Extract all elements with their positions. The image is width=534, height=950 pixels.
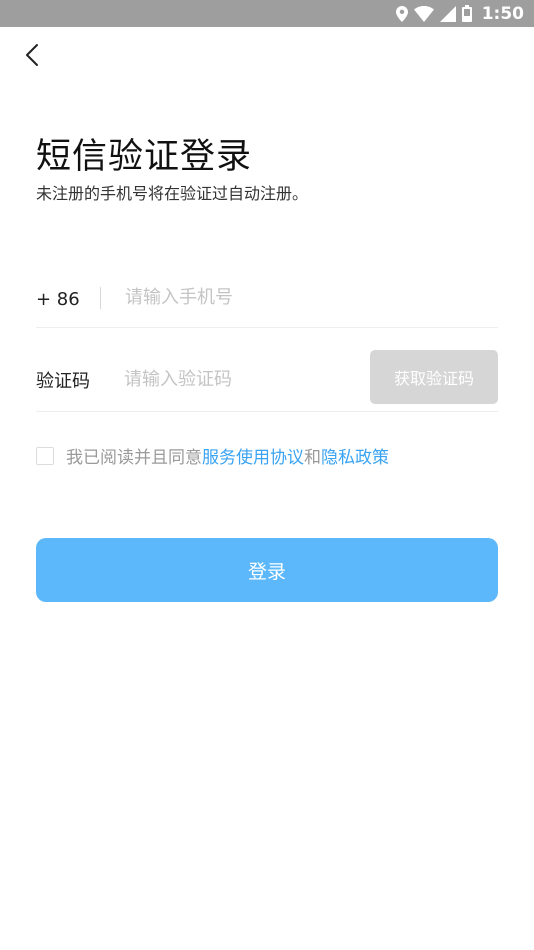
phone-row: + 86 bbox=[36, 268, 498, 328]
code-label: 验证码 bbox=[36, 370, 90, 392]
agreement-conjunction: 和 bbox=[304, 448, 321, 468]
service-agreement-link[interactable]: 服务使用协议 bbox=[202, 443, 304, 468]
signal-icon bbox=[439, 5, 456, 22]
battery-icon bbox=[461, 5, 472, 22]
page-title: 短信验证登录 bbox=[36, 137, 253, 177]
agreement-prefix: 我已阅读并且同意 bbox=[66, 448, 202, 468]
agreement-checkbox[interactable] bbox=[36, 446, 54, 465]
back-button[interactable] bbox=[18, 42, 46, 72]
location-icon bbox=[395, 5, 408, 22]
code-row: 验证码 获取验证码 bbox=[36, 348, 498, 412]
status-time: 1:50 bbox=[481, 3, 524, 24]
country-code[interactable]: + 86 bbox=[36, 285, 100, 310]
phone-input[interactable] bbox=[125, 287, 445, 308]
login-button[interactable]: 登录 bbox=[36, 538, 498, 602]
privacy-policy-link[interactable]: 隐私政策 bbox=[321, 443, 389, 468]
page-subtitle: 未注册的手机号将在验证过自动注册。 bbox=[36, 184, 309, 203]
code-input[interactable] bbox=[124, 369, 354, 390]
agreement-row: 我已阅读并且同意 服务使用协议 和 隐私政策 bbox=[36, 443, 389, 468]
get-code-button[interactable]: 获取验证码 bbox=[370, 350, 498, 404]
vertical-divider bbox=[100, 286, 101, 309]
back-arrow-icon bbox=[25, 43, 39, 71]
status-bar: 1:50 bbox=[0, 0, 534, 27]
wifi-icon bbox=[413, 5, 434, 22]
